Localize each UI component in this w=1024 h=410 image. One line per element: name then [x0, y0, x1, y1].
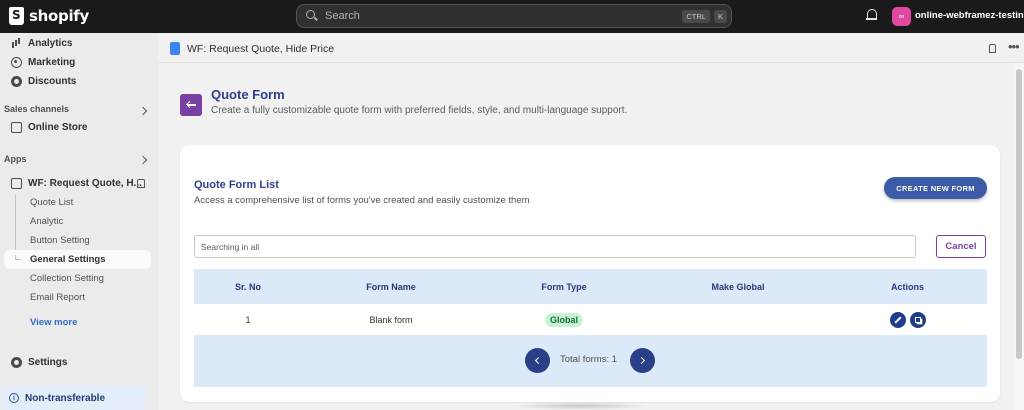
scrollbar[interactable]: [1014, 63, 1024, 410]
card-subtitle: Access a comprehensive list of forms you…: [194, 195, 530, 206]
sidebar-item-settings[interactable]: Settings: [11, 357, 67, 368]
sidebar-item-label: Marketing: [28, 57, 76, 68]
edit-button[interactable]: [889, 311, 906, 328]
sidebar-item-marketing[interactable]: Marketing: [11, 57, 75, 68]
discount-icon: [11, 76, 22, 87]
gear-icon: [11, 357, 22, 368]
quote-form-list-card: Quote Form List Access a comprehensive l…: [180, 145, 1000, 402]
prev-page-button[interactable]: [525, 348, 550, 373]
app-title: WF: Request Quote, Hide Price: [187, 43, 335, 55]
pin-icon[interactable]: [137, 179, 145, 188]
sidebar-item-label: Discounts: [28, 76, 77, 87]
chevron-left-icon: [534, 356, 543, 365]
sidebar-subitem-analytic[interactable]: Analytic: [30, 216, 63, 227]
cell-sr-no: 1: [245, 314, 251, 325]
copy-icon: [914, 316, 921, 323]
cell-form-name: Blank form: [369, 314, 413, 325]
sidebar-item-app[interactable]: WF: Request Quote, H...: [11, 178, 142, 189]
column-header: Make Global: [711, 281, 765, 292]
form-search-input[interactable]: Searching in all: [194, 235, 916, 258]
sidebar-item-label: WF: Request Quote, H...: [28, 178, 142, 189]
column-header: Form Type: [541, 281, 587, 292]
table-header: Sr. No Form Name Form Type Make Global A…: [194, 269, 987, 304]
store-icon: [11, 122, 22, 133]
form-type-badge: Global: [544, 312, 583, 327]
top-bar: shopify Search CTRL K on online-webframe…: [0, 0, 1024, 33]
sidebar: Analytics Marketing Discounts Sales chan…: [0, 33, 158, 410]
card-title: Quote Form List: [194, 179, 279, 191]
kbd-k: K: [713, 9, 727, 23]
target-icon: [11, 57, 22, 68]
search-icon: [306, 10, 318, 22]
column-header: Actions: [890, 281, 924, 292]
create-new-form-button[interactable]: CREATE NEW FORM: [884, 177, 987, 199]
sales-channels-heading: Sales channels: [4, 104, 70, 114]
cancel-button[interactable]: Cancel: [936, 235, 986, 258]
apps-heading: Apps: [4, 154, 27, 164]
sidebar-subitem-email-report[interactable]: Email Report: [30, 292, 85, 303]
cell-actions: [828, 311, 987, 328]
bar-chart-icon: [11, 38, 22, 49]
arrow-left-icon: [186, 101, 196, 109]
sidebar-subitem-quote-list[interactable]: Quote List: [30, 197, 73, 208]
column-header: Form Name: [366, 281, 416, 292]
sidebar-item-label: Online Store: [28, 122, 88, 133]
sidebar-item-discounts[interactable]: Discounts: [11, 76, 76, 87]
duplicate-button[interactable]: [909, 311, 926, 328]
brand-name: shopify: [29, 7, 89, 25]
back-button[interactable]: [180, 94, 202, 116]
sidebar-subitem-label: General Settings: [30, 254, 106, 265]
store-name[interactable]: online-webframez-testing2: [915, 10, 1024, 21]
pin-icon[interactable]: [989, 44, 996, 53]
page-subtitle: Create a fully customizable quote form w…: [211, 105, 628, 116]
page-title: Quote Form: [211, 87, 285, 102]
total-forms-label: Total forms: 1: [560, 354, 618, 365]
shopify-logo[interactable]: shopify: [9, 7, 89, 25]
sidebar-item-analytics[interactable]: Analytics: [11, 38, 72, 49]
tree-hook: [15, 255, 21, 260]
info-icon: i: [9, 393, 19, 403]
sidebar-item-label: Settings: [28, 357, 68, 368]
next-page-button[interactable]: [630, 348, 655, 373]
sidebar-subitem-button-setting[interactable]: Button Setting: [30, 235, 90, 246]
view-more-link[interactable]: View more: [30, 317, 77, 328]
pencil-icon: [893, 315, 902, 324]
cell-form-type: Global: [480, 312, 648, 327]
table-row: 1 Blank form Global: [194, 304, 987, 335]
kbd-ctrl: CTRL: [682, 9, 710, 23]
forms-table: Sr. No Form Name Form Type Make Global A…: [194, 269, 987, 387]
main-content: Quote Form Create a fully customizable q…: [160, 64, 1013, 410]
decorative-shadow: [510, 402, 650, 410]
bell-icon[interactable]: [866, 9, 877, 21]
more-icon[interactable]: •••: [1008, 39, 1020, 54]
app-icon: [11, 178, 22, 189]
tree-line: [15, 195, 16, 257]
non-transferable-banner[interactable]: i Non-transferable: [1, 386, 147, 410]
sidebar-subitem-general-settings[interactable]: General Settings: [4, 250, 151, 269]
avatar[interactable]: on: [892, 7, 911, 26]
shopify-bag-icon: [9, 7, 24, 25]
non-transferable-label: Non-transferable: [25, 392, 106, 404]
chevron-right-icon: [637, 356, 646, 365]
table-pagination: Total forms: 1: [194, 335, 987, 387]
sidebar-item-online-store[interactable]: Online Store: [11, 122, 87, 133]
scrollbar-thumb[interactable]: [1016, 69, 1022, 359]
app-header: WF: Request Quote, Hide Price •••: [158, 33, 1024, 63]
app-icon: [170, 42, 180, 55]
column-header: Sr. No: [234, 281, 261, 292]
chevron-right-icon[interactable]: [138, 106, 148, 116]
sidebar-subitem-collection-setting[interactable]: Collection Setting: [30, 273, 104, 284]
search-placeholder: Search: [325, 10, 360, 22]
chevron-right-icon[interactable]: [138, 155, 148, 165]
sidebar-item-label: Analytics: [28, 38, 73, 49]
global-search-input[interactable]: Search CTRL K: [296, 4, 732, 28]
